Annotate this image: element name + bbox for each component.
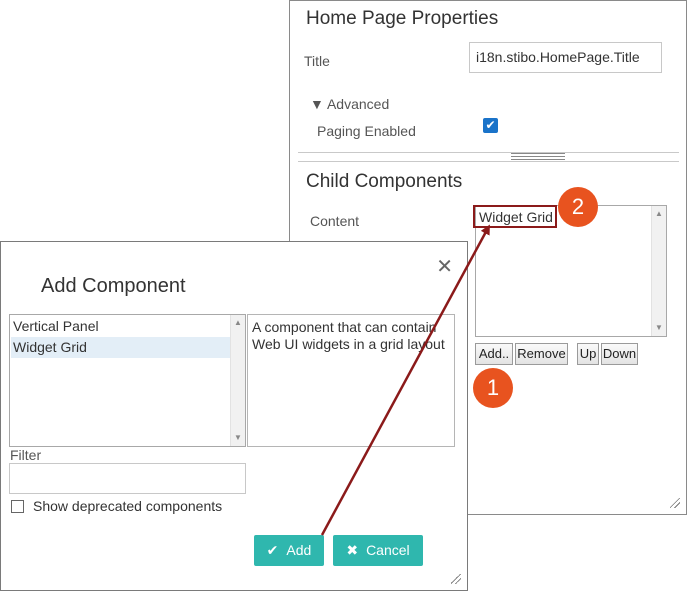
callout-badge-2: 2 bbox=[558, 187, 598, 227]
highlight-box bbox=[473, 205, 557, 228]
annotation-arrow bbox=[320, 224, 490, 536]
annotation-overlay bbox=[320, 224, 490, 536]
callout-badge-1: 1 bbox=[473, 368, 513, 408]
